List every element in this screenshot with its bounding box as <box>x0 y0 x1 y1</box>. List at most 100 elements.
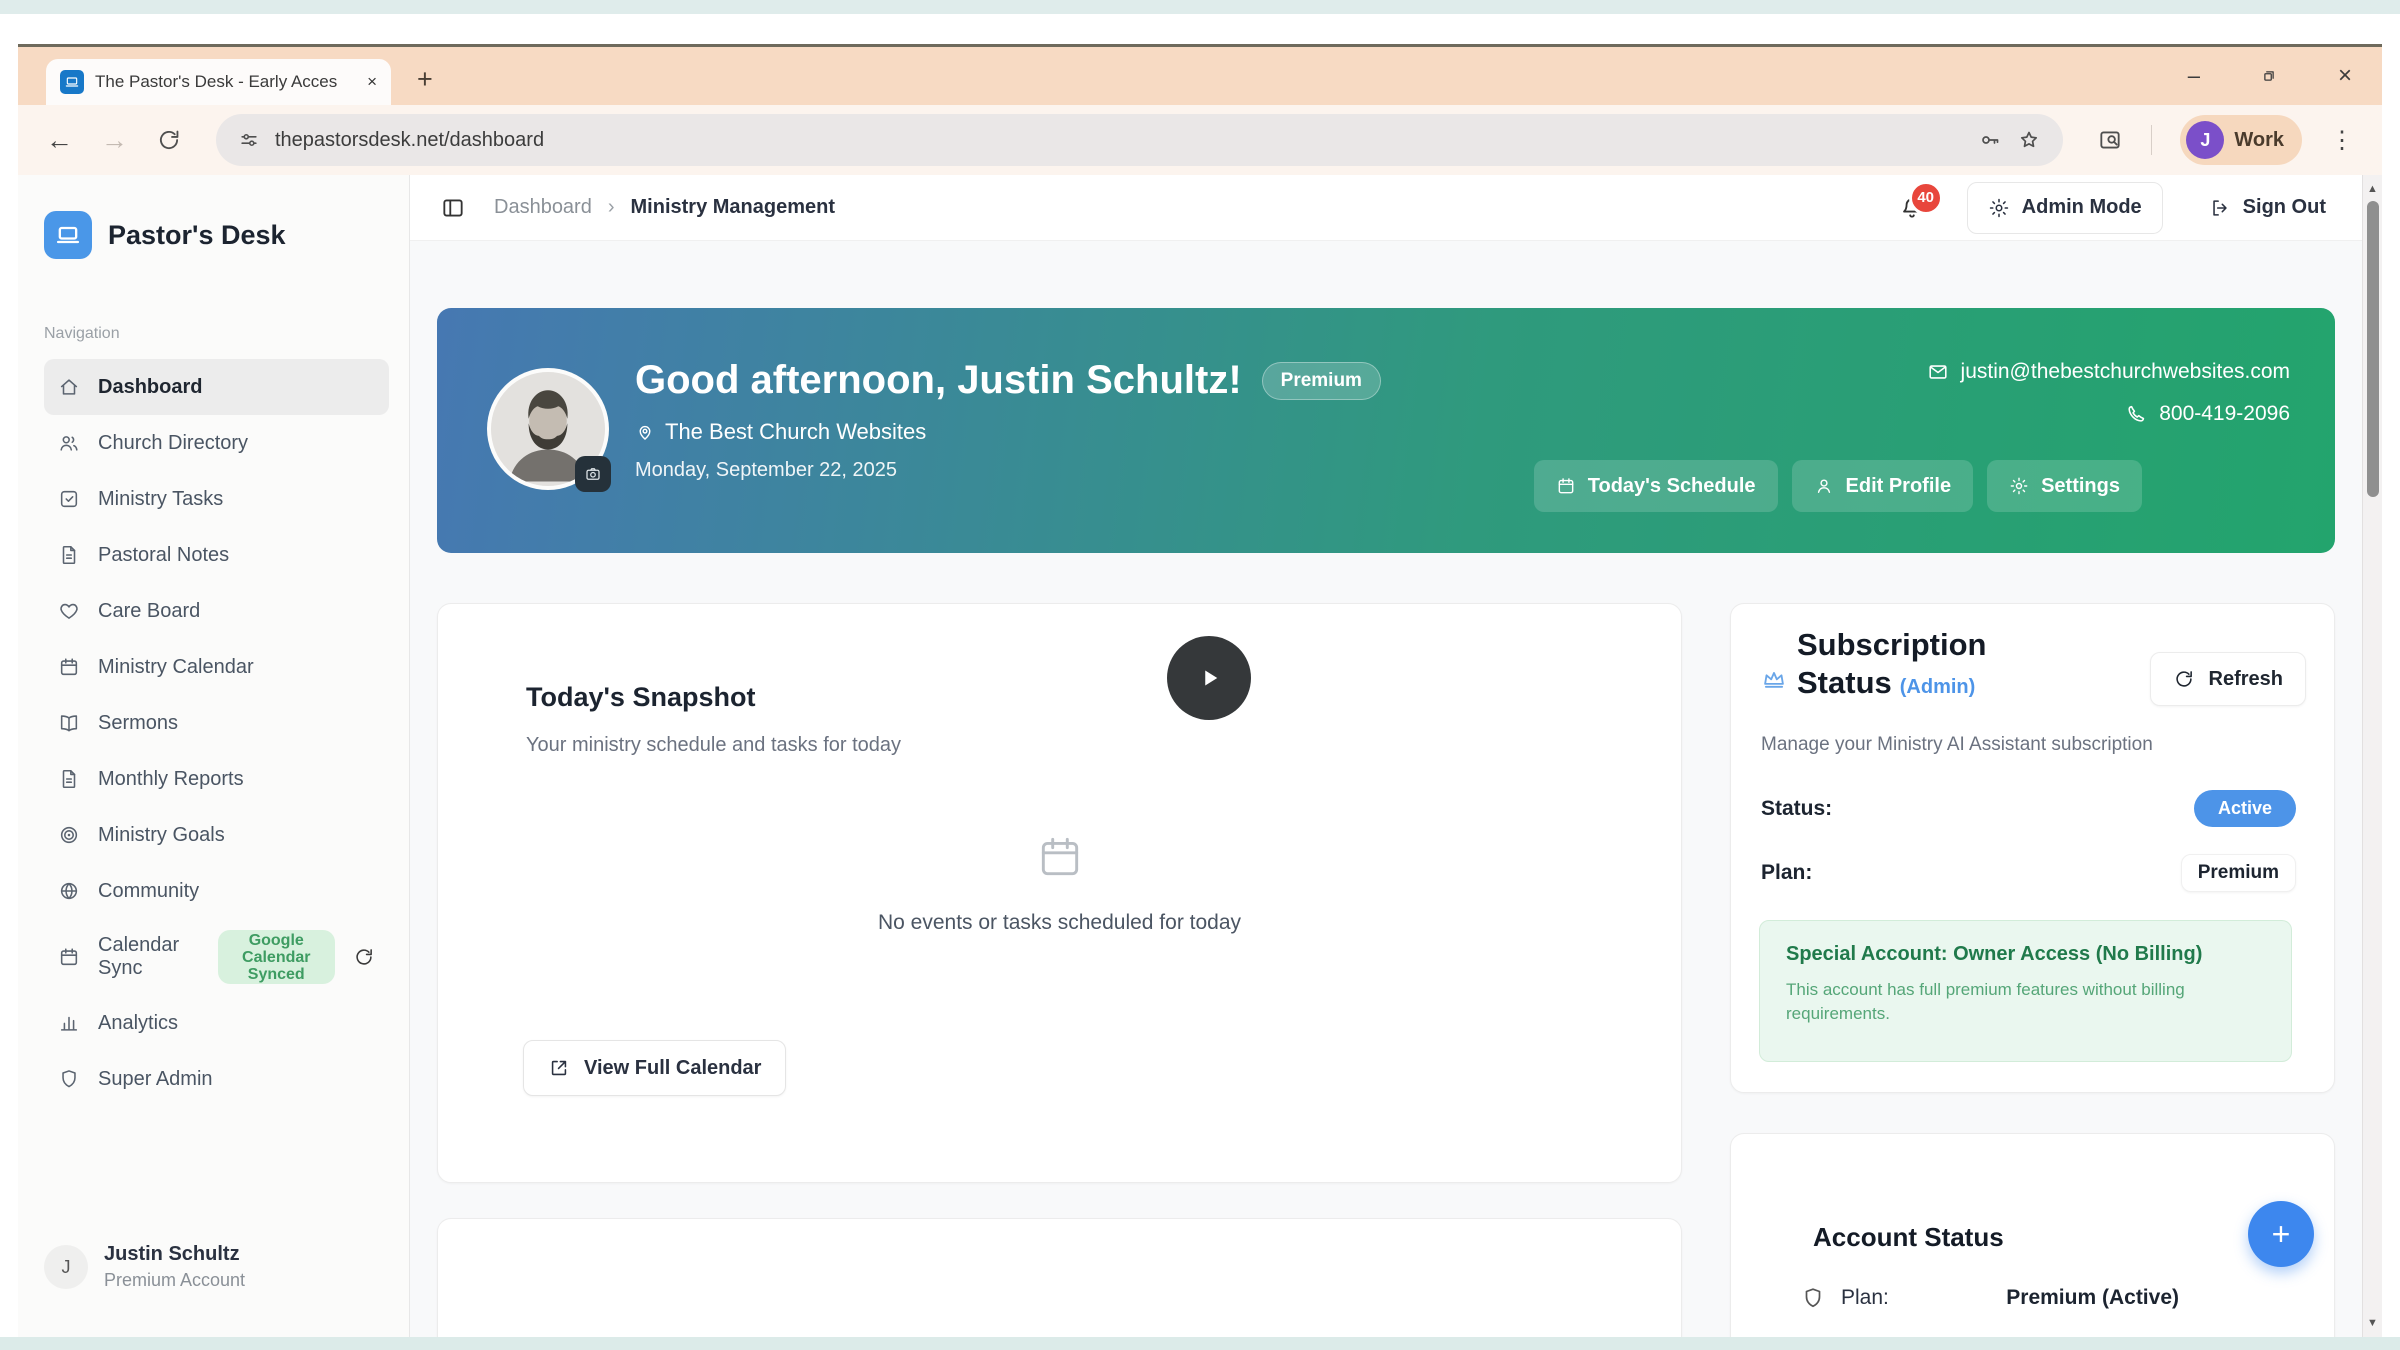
sidebar-item-calendar-sync[interactable]: Calendar Sync Google Calendar Synced <box>44 919 389 995</box>
forward-icon[interactable]: → <box>101 125 128 156</box>
add-fab-button[interactable]: + <box>2248 1201 2314 1267</box>
banner-text: Good afternoon, Justin Schultz! Premium … <box>635 358 1381 482</box>
sign-out-label: Sign Out <box>2243 196 2326 219</box>
empty-state: No events or tasks scheduled for today <box>438 832 1681 935</box>
browser-menu-icon[interactable]: ⋮ <box>2330 126 2354 155</box>
close-icon[interactable]: × <box>2338 62 2352 90</box>
new-tab-button[interactable]: + <box>417 64 433 95</box>
user-avatar: J <box>44 1245 88 1289</box>
sidebar-item-label: Sermons <box>98 712 178 735</box>
address-bar[interactable]: thepastorsdesk.net/dashboard <box>216 114 2063 166</box>
refresh-label: Refresh <box>2209 668 2283 691</box>
sidebar-item-care-board[interactable]: Care Board <box>44 583 389 639</box>
globe-icon <box>58 880 80 902</box>
home-icon <box>58 376 80 398</box>
subscription-status-card: Subscription Status(Admin) Refresh Manag… <box>1730 603 2335 1093</box>
sidebar-item-community[interactable]: Community <box>44 863 389 919</box>
bookmark-star-icon[interactable] <box>2017 128 2041 152</box>
calendar-icon <box>58 656 80 678</box>
sidebar-item-church-directory[interactable]: Church Directory <box>44 415 389 471</box>
camera-icon[interactable] <box>575 456 611 492</box>
browser-profile-chip[interactable]: J Work <box>2180 115 2302 165</box>
external-link-icon <box>548 1057 570 1079</box>
greeting-title: Good afternoon, Justin Schultz! <box>635 358 1242 403</box>
key-icon[interactable] <box>1978 128 2002 152</box>
minimize-icon[interactable]: – <box>2188 63 2200 89</box>
refresh-button[interactable]: Refresh <box>2150 652 2306 706</box>
phone-icon <box>2125 403 2147 425</box>
sidebar-item-monthly-reports[interactable]: Monthly Reports <box>44 751 389 807</box>
restore-icon[interactable] <box>2260 67 2278 85</box>
plus-icon: + <box>2272 1216 2291 1253</box>
special-account-body: This account has full premium features w… <box>1786 978 2256 1026</box>
sidebar-item-label: Ministry Calendar <box>98 656 254 679</box>
reload-icon[interactable] <box>156 127 182 153</box>
target-icon <box>58 824 80 846</box>
breadcrumb-dashboard[interactable]: Dashboard <box>494 196 592 219</box>
empty-state-message: No events or tasks scheduled for today <box>438 911 1681 935</box>
browser-tab[interactable]: The Pastor's Desk - Early Acces × <box>46 59 391 105</box>
account-plan-value: Premium (Active) <box>2006 1286 2179 1310</box>
view-full-calendar-button[interactable]: View Full Calendar <box>523 1040 786 1096</box>
notifications-button[interactable]: 40 <box>1899 195 1925 221</box>
panel-left-icon[interactable] <box>440 195 466 221</box>
edit-profile-button[interactable]: Edit Profile <box>1792 460 1974 512</box>
letterbox-top <box>0 0 2400 14</box>
tab-search-icon[interactable] <box>2097 127 2123 153</box>
user-plan: Premium Account <box>104 1270 245 1291</box>
todays-schedule-button[interactable]: Today's Schedule <box>1534 460 1778 512</box>
shield-icon <box>1801 1286 1825 1310</box>
sidebar-item-label: Dashboard <box>98 376 202 399</box>
profile-name: Work <box>2234 129 2284 152</box>
refresh-icon[interactable] <box>353 946 375 968</box>
sidebar-item-super-admin[interactable]: Super Admin <box>44 1051 389 1107</box>
tab-favicon-icon <box>60 70 84 94</box>
app-brand[interactable]: Pastor's Desk <box>44 211 389 259</box>
page-scrollbar[interactable]: ▲ ▼ <box>2362 175 2382 1337</box>
top-header: Dashboard › Ministry Management 40 Admin… <box>410 175 2362 241</box>
sidebar-user[interactable]: J Justin Schultz Premium Account <box>44 1243 245 1291</box>
chart-icon <box>58 1012 80 1034</box>
settings-button[interactable]: Settings <box>1987 460 2142 512</box>
app-frame: Pastor's Desk Navigation Dashboard Churc… <box>18 175 2382 1337</box>
snapshot-subtitle: Your ministry schedule and tasks for tod… <box>526 734 901 757</box>
video-play-button[interactable] <box>1167 636 1251 720</box>
sign-out-button[interactable]: Sign Out <box>2209 196 2326 219</box>
greeting-banner: Good afternoon, Justin Schultz! Premium … <box>437 308 2335 553</box>
sidebar-item-ministry-tasks[interactable]: Ministry Tasks <box>44 471 389 527</box>
calendar-icon <box>58 946 80 968</box>
shield-icon <box>58 1068 80 1090</box>
notifications-count-badge: 40 <box>1909 181 1943 215</box>
calendar-icon <box>1035 832 1085 882</box>
play-icon <box>1191 660 1227 696</box>
account-status-card: Account Status Plan: Premium (Active) + <box>1730 1133 2335 1337</box>
sidebar-item-ministry-calendar[interactable]: Ministry Calendar <box>44 639 389 695</box>
breadcrumb-chevron-icon: › <box>608 196 615 219</box>
user-info: Justin Schultz Premium Account <box>104 1243 245 1291</box>
heart-icon <box>58 600 80 622</box>
sidebar-item-dashboard[interactable]: Dashboard <box>44 359 389 415</box>
url-text[interactable]: thepastorsdesk.net/dashboard <box>275 129 1963 152</box>
sidebar-item-sermons[interactable]: Sermons <box>44 695 389 751</box>
current-date: Monday, September 22, 2025 <box>635 459 1381 482</box>
user-phone: 800-419-2096 <box>2159 402 2290 426</box>
admin-mode-button[interactable]: Admin Mode <box>1967 182 2163 234</box>
sidebar-item-label: Ministry Tasks <box>98 488 223 511</box>
tab-close-icon[interactable]: × <box>367 72 377 92</box>
sidebar-item-label: Community <box>98 880 199 903</box>
church-name: The Best Church Websites <box>665 419 926 445</box>
laptop-icon <box>44 211 92 259</box>
scroll-up-icon[interactable]: ▲ <box>2363 183 2382 195</box>
sidebar-item-label: Super Admin <box>98 1068 213 1091</box>
sidebar-item-analytics[interactable]: Analytics <box>44 995 389 1051</box>
sidebar-item-pastoral-notes[interactable]: Pastoral Notes <box>44 527 389 583</box>
crown-icon <box>1761 666 1787 692</box>
banner-avatar[interactable] <box>487 368 609 490</box>
gear-icon <box>2009 476 2029 496</box>
sidebar-item-ministry-goals[interactable]: Ministry Goals <box>44 807 389 863</box>
signout-icon <box>2209 197 2231 219</box>
back-icon[interactable]: ← <box>46 125 73 156</box>
scroll-down-icon[interactable]: ▼ <box>2363 1317 2382 1329</box>
scrollbar-thumb[interactable] <box>2367 201 2379 497</box>
view-full-calendar-label: View Full Calendar <box>584 1057 761 1080</box>
